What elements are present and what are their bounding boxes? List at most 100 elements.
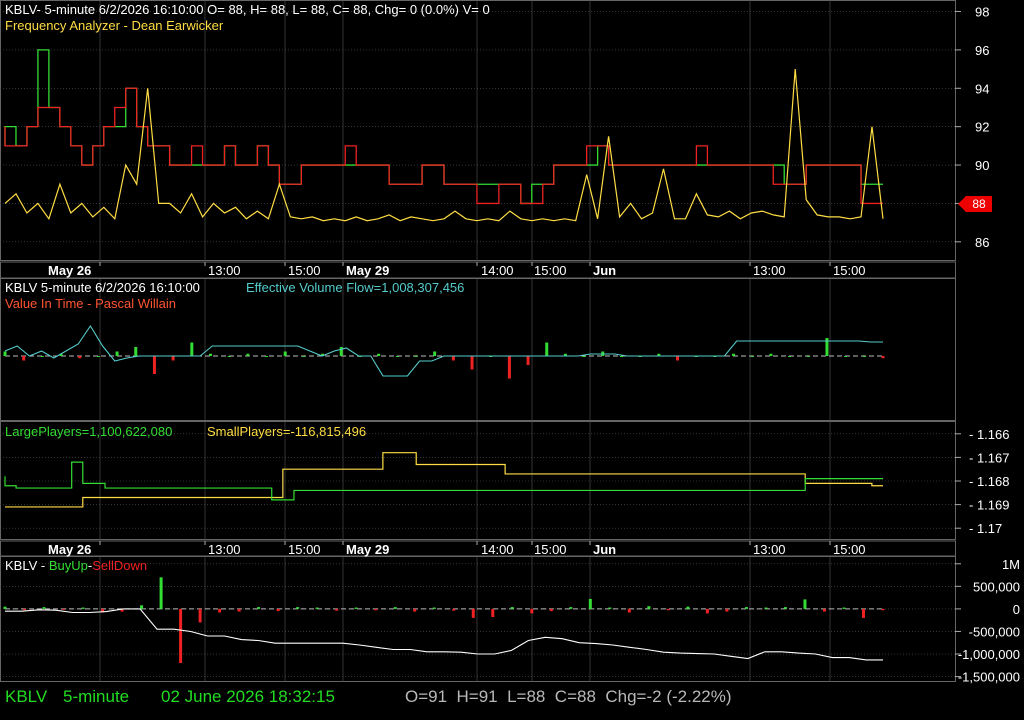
last-price-value: 88 — [972, 197, 986, 211]
buysell-bar — [62, 608, 66, 610]
time-axis-label: 15:00 — [288, 542, 321, 557]
buyup-label: BuyUp — [49, 558, 88, 573]
buysell-bar — [588, 598, 592, 609]
vit-bar — [582, 356, 586, 357]
buysell-bar — [257, 607, 261, 609]
price-panel-frame — [0, 0, 956, 261]
price-axis-label: 92 — [975, 120, 989, 135]
vit-bar — [377, 353, 381, 356]
time-axis-label: 14:00 — [481, 542, 514, 557]
buysell-bar — [296, 607, 300, 609]
vit-bar — [507, 356, 511, 379]
vit-bar — [302, 356, 306, 357]
vit-bar — [227, 356, 231, 357]
buysell-bar — [569, 607, 573, 609]
buysell-bar — [842, 607, 846, 609]
chart-canvas: May 26 13:00 15:00 May 29 14:00 15:00 Jun 13:00… — [0, 0, 1020, 685]
buysell-bar — [861, 608, 865, 618]
buysell-bar — [881, 608, 885, 611]
time-axis-label: Jun — [593, 542, 616, 557]
buysell-bar — [3, 606, 7, 609]
buysell-bar — [725, 608, 729, 612]
buysell-bar — [666, 608, 670, 611]
price-panel-header: KBLV- 5-minute 6/2/2026 16:10:00 O= 88, … — [5, 2, 490, 17]
footer-datetime: 02 June 2026 18:32:15 — [161, 687, 335, 706]
vit-bar — [806, 356, 810, 357]
vit-bar — [414, 356, 418, 357]
vit-bar — [152, 356, 156, 374]
time-axis-label: 14:00 — [481, 263, 514, 278]
buysell-bar — [179, 608, 183, 664]
vit-bar — [433, 351, 437, 356]
buysell-bar — [159, 577, 163, 609]
buysell-bar — [452, 608, 456, 611]
vit-indicator-label: Value In Time - Pascal Willain — [5, 296, 176, 311]
vit-bar — [545, 342, 549, 356]
vit-bar — [451, 356, 455, 361]
buysell-bar — [42, 607, 46, 609]
vit-bar — [881, 356, 885, 359]
cumulative-line — [5, 608, 883, 661]
vit-bar — [844, 356, 848, 357]
time-axis-label: 13:00 — [208, 263, 241, 278]
frequency-red-stepline — [4, 87, 883, 205]
vit-bar — [246, 353, 250, 356]
vit-bar — [750, 356, 754, 357]
vit-bar — [115, 351, 119, 356]
buysell-bar — [764, 607, 768, 609]
effective-volume-flow-label: Effective Volume Flow=1,008,307,456 — [246, 280, 464, 295]
price-axis-label: 90 — [975, 158, 989, 173]
vit-bar — [769, 353, 773, 356]
vit-bar — [339, 347, 343, 356]
vit-bar — [732, 353, 736, 356]
large-players-label: LargePlayers=1,100,622,080 — [5, 424, 172, 439]
buysell-bar — [335, 608, 339, 611]
time-axis-label: 13:00 — [753, 542, 786, 557]
vit-bar — [283, 351, 287, 356]
buysell-bar — [510, 607, 514, 609]
buysell-bar — [744, 607, 748, 609]
time-axis-label: 15:00 — [833, 542, 866, 557]
players-axis-label: - 1.167 — [969, 450, 1009, 465]
vit-bar — [171, 356, 175, 361]
buysell-bar — [198, 608, 202, 623]
buysell-bar — [647, 606, 651, 609]
time-axis-label: May 29 — [346, 263, 389, 278]
buysell-bar — [686, 606, 690, 609]
vit-bar — [22, 356, 26, 361]
buysell-bar — [354, 607, 358, 609]
buysell-panel-frame — [0, 556, 956, 682]
time-axis-band — [0, 261, 956, 279]
vit-bar — [470, 356, 474, 370]
time-axis-label: May 29 — [346, 542, 389, 557]
price-axis-label: 94 — [975, 81, 989, 96]
buysell-bar — [471, 608, 475, 618]
time-axis-label: May 26 — [48, 542, 91, 557]
time-axis-label: 15:00 — [534, 542, 567, 557]
footer-interval: 5-minute — [63, 687, 130, 706]
small-players-label: SmallPlayers=-116,815,496 — [207, 424, 366, 439]
axis-layer: May 26 13:00 15:00 May 29 14:00 15:00 Jun 13:00… — [0, 5, 1020, 685]
vit-bar — [208, 353, 212, 356]
last-price-tag: 88 — [958, 196, 992, 212]
players-axis-label: - 1.168 — [969, 474, 1009, 489]
players-panel-frame — [0, 421, 956, 540]
price-axis-label: 96 — [975, 43, 989, 58]
buysell-bar — [140, 605, 144, 609]
buysell-axis-label: -1,000,000 — [958, 647, 1020, 662]
buysell-bar — [549, 608, 553, 612]
time-axis-label: May 26 — [48, 263, 91, 278]
status-footer: KBLV 5-minute 02 June 2026 18:32:15 O=91… — [0, 683, 1024, 711]
players-axis-label: - 1.166 — [969, 427, 1009, 442]
price-axis-label: 98 — [975, 5, 989, 20]
vit-bar — [190, 342, 194, 356]
buysell-bar — [393, 607, 397, 609]
price-indicator-label: Frequency Analyzer - Dean Earwicker — [5, 18, 224, 33]
buysell-bar — [627, 608, 631, 613]
vit-bar — [3, 351, 7, 356]
time-axis-label: 13:00 — [753, 263, 786, 278]
buysell-bar — [218, 608, 222, 613]
price-axis-label: 86 — [975, 235, 989, 250]
vit-bar — [78, 356, 82, 359]
time-axis-label: Jun — [593, 263, 616, 278]
